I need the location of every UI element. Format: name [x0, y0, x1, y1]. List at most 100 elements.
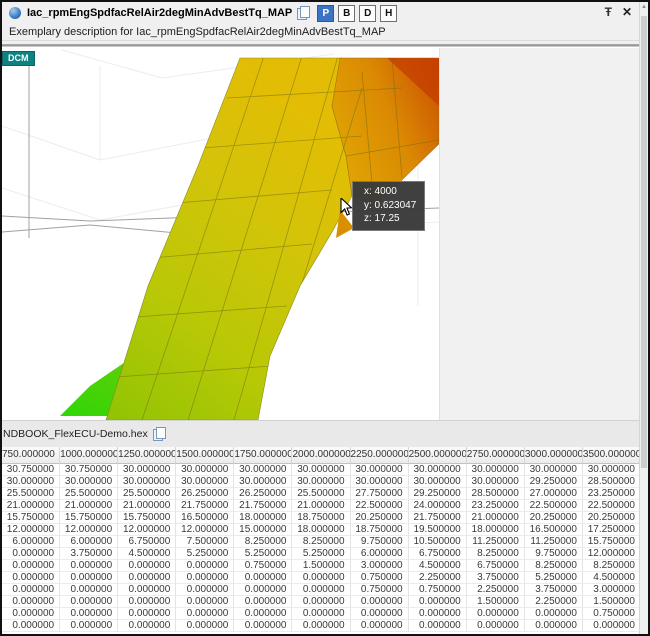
- table-cell[interactable]: 18.000000: [292, 524, 350, 536]
- column-header[interactable]: 3000.000000: [525, 447, 583, 464]
- table-cell[interactable]: 0.000000: [234, 620, 292, 632]
- table-cell[interactable]: 9.750000: [525, 548, 583, 560]
- table-cell[interactable]: 20.250000: [583, 512, 641, 524]
- table-cell[interactable]: 8.250000: [583, 560, 641, 572]
- table-cell[interactable]: 20.250000: [351, 512, 409, 524]
- table-cell[interactable]: 0.000000: [176, 596, 234, 608]
- table-cell[interactable]: 18.000000: [467, 524, 525, 536]
- table-cell[interactable]: 2.250000: [525, 596, 583, 608]
- table-cell[interactable]: 30.000000: [118, 464, 176, 476]
- table-cell[interactable]: 25.500000: [60, 488, 118, 500]
- table-cell[interactable]: 21.750000: [409, 512, 467, 524]
- table-cell[interactable]: 21.000000: [118, 500, 176, 512]
- table-cell[interactable]: 0.000000: [234, 596, 292, 608]
- table-cell[interactable]: 0.750000: [409, 584, 467, 596]
- table-cell[interactable]: 6.000000: [2, 536, 60, 548]
- table-cell[interactable]: 0.000000: [2, 608, 60, 620]
- table-cell[interactable]: 21.000000: [467, 512, 525, 524]
- table-cell[interactable]: 21.000000: [292, 500, 350, 512]
- table-cell[interactable]: 12.000000: [583, 548, 641, 560]
- table-cell[interactable]: 0.000000: [409, 596, 467, 608]
- table-cell[interactable]: 18.000000: [234, 512, 292, 524]
- table-cell[interactable]: 4.500000: [118, 548, 176, 560]
- table-cell[interactable]: 0.000000: [292, 572, 350, 584]
- table-cell[interactable]: 28.500000: [467, 488, 525, 500]
- table-cell[interactable]: 0.000000: [351, 608, 409, 620]
- table-cell[interactable]: 21.750000: [176, 500, 234, 512]
- table-cell[interactable]: 30.000000: [176, 476, 234, 488]
- table-cell[interactable]: 22.500000: [351, 500, 409, 512]
- table-cell[interactable]: 30.750000: [2, 464, 60, 476]
- table-cell[interactable]: 6.750000: [467, 560, 525, 572]
- table-cell[interactable]: 0.750000: [583, 608, 641, 620]
- table-cell[interactable]: 0.000000: [118, 596, 176, 608]
- table-cell[interactable]: 0.000000: [234, 584, 292, 596]
- table-cell[interactable]: 30.000000: [234, 464, 292, 476]
- table-cell[interactable]: 12.000000: [2, 524, 60, 536]
- table-cell[interactable]: 22.500000: [525, 500, 583, 512]
- table-cell[interactable]: 0.000000: [2, 620, 60, 632]
- table-cell[interactable]: 12.000000: [176, 524, 234, 536]
- table-cell[interactable]: 30.000000: [351, 464, 409, 476]
- column-header[interactable]: 1250.000000: [118, 447, 176, 464]
- table-cell[interactable]: 30.000000: [176, 464, 234, 476]
- table-cell[interactable]: 9.750000: [351, 536, 409, 548]
- table-cell[interactable]: 1.500000: [467, 596, 525, 608]
- table-cell[interactable]: 22.500000: [583, 500, 641, 512]
- table-cell[interactable]: 0.000000: [467, 620, 525, 632]
- table-cell[interactable]: 2.250000: [409, 572, 467, 584]
- table-cell[interactable]: 15.750000: [2, 512, 60, 524]
- column-header[interactable]: 2750.000000: [467, 447, 525, 464]
- table-cell[interactable]: 0.000000: [2, 560, 60, 572]
- table-cell[interactable]: 25.500000: [2, 488, 60, 500]
- format-button-b[interactable]: B: [338, 5, 355, 22]
- table-cell[interactable]: 30.000000: [60, 476, 118, 488]
- column-header[interactable]: 2250.000000: [351, 447, 409, 464]
- table-cell[interactable]: 0.000000: [292, 596, 350, 608]
- table-cell[interactable]: 0.750000: [351, 572, 409, 584]
- table-cell[interactable]: 5.250000: [176, 548, 234, 560]
- table-cell[interactable]: 0.000000: [234, 572, 292, 584]
- table-cell[interactable]: 11.250000: [467, 536, 525, 548]
- table-cell[interactable]: 30.000000: [2, 476, 60, 488]
- table-cell[interactable]: 18.750000: [351, 524, 409, 536]
- table-cell[interactable]: 27.750000: [351, 488, 409, 500]
- table-cell[interactable]: 5.250000: [525, 572, 583, 584]
- table-cell[interactable]: 3.750000: [525, 584, 583, 596]
- table-cell[interactable]: 0.000000: [176, 572, 234, 584]
- format-button-p[interactable]: P: [317, 5, 334, 22]
- table-cell[interactable]: 1.500000: [292, 560, 350, 572]
- table-cell[interactable]: 8.250000: [292, 536, 350, 548]
- table-cell[interactable]: 0.000000: [2, 596, 60, 608]
- table-cell[interactable]: 12.000000: [60, 524, 118, 536]
- table-cell[interactable]: 15.750000: [118, 512, 176, 524]
- table-cell[interactable]: 1.500000: [583, 596, 641, 608]
- table-cell[interactable]: 19.500000: [409, 524, 467, 536]
- table-cell[interactable]: 29.250000: [525, 476, 583, 488]
- column-header[interactable]: 2000.000000: [292, 447, 350, 464]
- table-cell[interactable]: 0.000000: [118, 560, 176, 572]
- table-cell[interactable]: 21.000000: [60, 500, 118, 512]
- copy-icon[interactable]: [297, 6, 309, 20]
- table-cell[interactable]: 24.000000: [409, 500, 467, 512]
- table-cell[interactable]: 23.250000: [583, 488, 641, 500]
- surface-plot-canvas[interactable]: x: 4000y: 0.623047z: 17.25: [2, 48, 439, 420]
- table-cell[interactable]: 26.250000: [176, 488, 234, 500]
- table-cell[interactable]: 8.250000: [234, 536, 292, 548]
- table-cell[interactable]: 21.000000: [2, 500, 60, 512]
- table-cell[interactable]: 0.000000: [525, 620, 583, 632]
- table-cell[interactable]: 30.000000: [351, 476, 409, 488]
- table-cell[interactable]: 0.000000: [292, 620, 350, 632]
- table-cell[interactable]: 0.000000: [60, 596, 118, 608]
- table-cell[interactable]: 29.250000: [409, 488, 467, 500]
- table-cell[interactable]: 6.750000: [118, 536, 176, 548]
- table-cell[interactable]: 0.000000: [118, 572, 176, 584]
- table-cell[interactable]: 23.250000: [467, 500, 525, 512]
- table-cell[interactable]: 0.000000: [2, 572, 60, 584]
- table-cell[interactable]: 8.250000: [525, 560, 583, 572]
- table-cell[interactable]: 3.750000: [467, 572, 525, 584]
- table-cell[interactable]: 15.750000: [60, 512, 118, 524]
- column-header[interactable]: 750.000000: [2, 447, 60, 464]
- tab-dcm[interactable]: DCM: [2, 51, 35, 66]
- table-cell[interactable]: 5.250000: [234, 548, 292, 560]
